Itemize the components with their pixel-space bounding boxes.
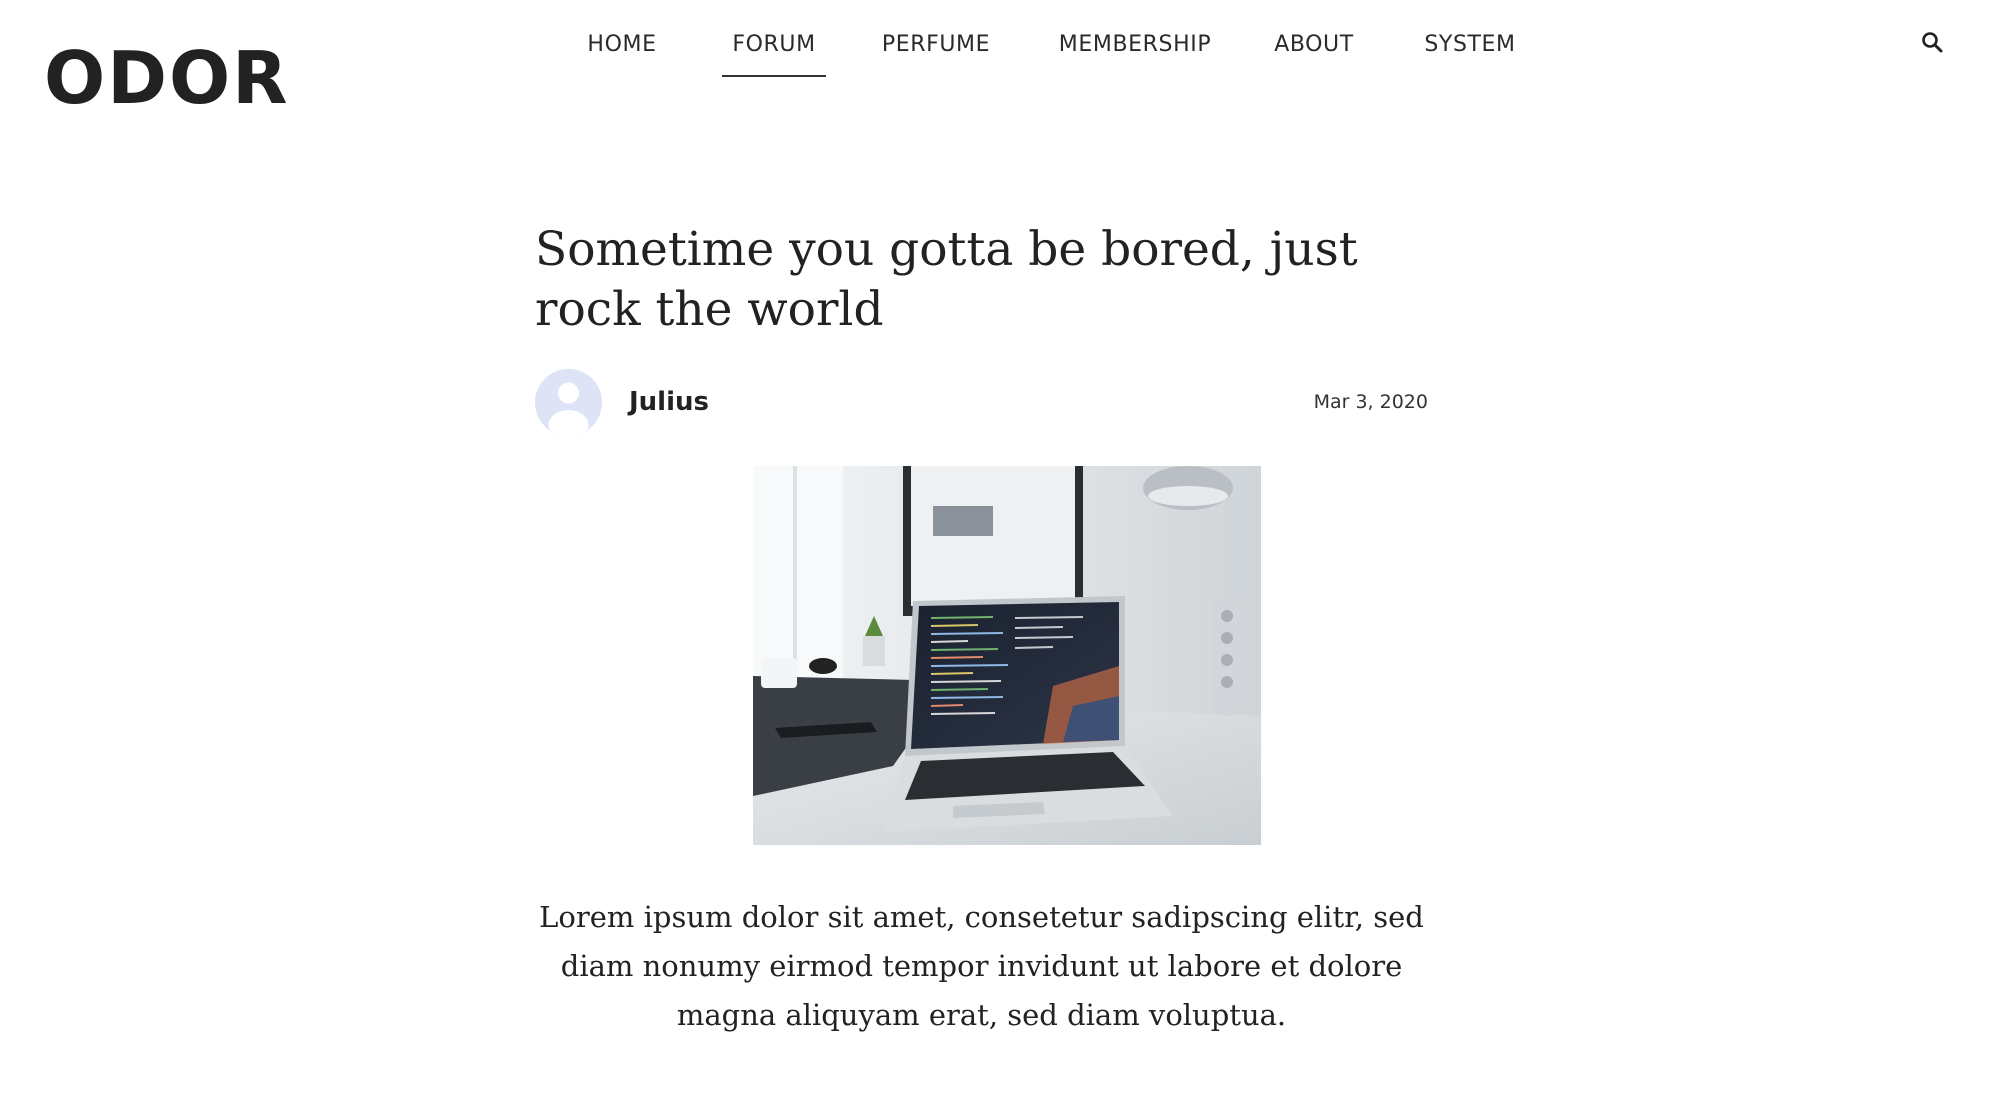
post-date: Mar 3, 2020 bbox=[1313, 391, 1428, 413]
author-name[interactable]: Julius bbox=[629, 387, 709, 417]
main-nav: HOME FORUM PERFUME MEMBERSHIP ABOUT SYST… bbox=[560, 26, 1520, 77]
search-button[interactable] bbox=[1920, 30, 1946, 56]
article-hero-image bbox=[753, 466, 1261, 845]
nav-item-forum[interactable]: FORUM bbox=[722, 26, 826, 77]
article-body: Lorem ipsum dolor sit amet, consetetur s… bbox=[539, 900, 1424, 1032]
article-meta: Julius Mar 3, 2020 bbox=[535, 368, 1428, 436]
laptop-on-desk-photo bbox=[753, 466, 1261, 845]
article: Sometime you gotta be bored, just rock t… bbox=[535, 220, 1428, 436]
page: ODOR HOME FORUM PERFUME MEMBERSHIP ABOUT… bbox=[0, 0, 1990, 1102]
author-avatar[interactable] bbox=[535, 368, 602, 436]
nav-item-membership[interactable]: MEMBERSHIP bbox=[1052, 26, 1218, 76]
user-avatar-icon bbox=[535, 368, 602, 436]
article-title: Sometime you gotta be bored, just rock t… bbox=[535, 222, 1358, 337]
search-icon bbox=[1922, 32, 1943, 53]
nav-item-perfume[interactable]: PERFUME bbox=[872, 26, 1000, 76]
nav-item-system[interactable]: SYSTEM bbox=[1420, 26, 1520, 76]
nav-item-home[interactable]: HOME bbox=[560, 26, 684, 76]
nav-item-about[interactable]: ABOUT bbox=[1268, 26, 1360, 76]
site-logo[interactable]: ODOR bbox=[44, 38, 290, 118]
